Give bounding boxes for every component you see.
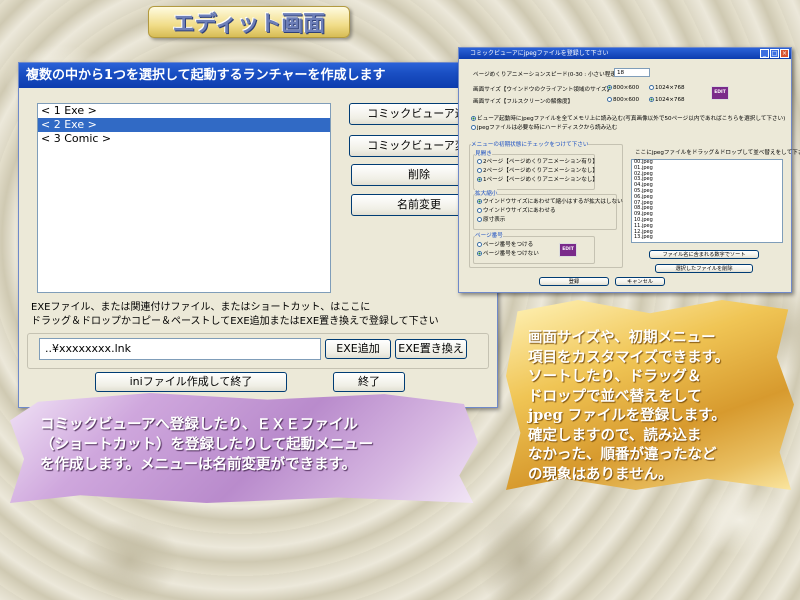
page-number-group-title: ページ番号 [475, 231, 503, 239]
caption-right-line: の現象はありません。 [528, 465, 673, 483]
list-item[interactable]: < 1 Exe > [38, 104, 330, 118]
close-icon[interactable]: × [780, 49, 789, 58]
jpeg-file-list[interactable]: 00.jpeg 01.jpeg 02.jpeg 03.jpeg 04.jpeg … [631, 159, 783, 243]
caption-left-line-2: （ショートカット）を登録したりして起動メニュー [40, 436, 374, 453]
menu-listbox[interactable]: < 1 Exe > < 2 Exe > < 3 Comic > [37, 103, 331, 293]
anim-speed-input[interactable]: 18 [614, 68, 650, 77]
exe-replace-button[interactable]: EXE置き換え [395, 339, 467, 359]
caption-right-line: ソートしたり、ドラッグ＆ [528, 368, 702, 385]
radio-icon [477, 159, 482, 164]
zoom-option-2[interactable]: ウインドウサイズにあわせる [477, 206, 556, 214]
register-ok-button[interactable]: 登録 [539, 277, 609, 286]
caption-left-line-3: を作成します。メニューは名前変更ができます。 [40, 456, 357, 473]
caption-right-line: 項目をカスタマイズできます。 [528, 348, 730, 366]
exe-path-field[interactable]: ..¥xxxxxxxx.lnk [39, 338, 321, 360]
comic-viewer-dialog: コミックビューアにjpegファイルを登録して下さい _ □ × ページめくりアニ… [458, 47, 800, 293]
radio-icon [471, 116, 476, 121]
caption-right-text: 画面サイズや、初期メニュー 項目をカスタマイズできます。 ソートしたり、ドラッグ… [528, 328, 778, 484]
open-option-1[interactable]: 2ページ【ページめくりアニメーション有り】 [477, 157, 598, 165]
title-banner: エディット画面 [148, 6, 350, 38]
fullscreen-size-800-option[interactable]: 800×600 [607, 97, 639, 103]
radio-icon [607, 97, 612, 102]
banner-title: エディット画面 [172, 11, 326, 37]
radio-icon [477, 217, 482, 222]
exe-add-button[interactable]: EXE追加 [325, 339, 391, 359]
drop-label: ここにjpegファイルをドラッグ＆ドロップして並べ替えをして下さい [635, 150, 800, 156]
caption-right-line: 確定しますので、読み込ま [528, 426, 702, 444]
page-number-off-option[interactable]: ページ番号をつけない [477, 249, 539, 257]
radio-icon [607, 85, 612, 90]
menu-initial-group-title: メニューの初期状態にチェックをつけて下さい [471, 140, 589, 148]
caption-right: 画面サイズや、初期メニュー 項目をカスタマイズできます。 ソートしたり、ドラッグ… [506, 300, 794, 490]
caption-right-line: ドロップで並べ替えをして [528, 387, 702, 405]
viewer-title: コミックビューアにjpegファイルを登録して下さい [470, 50, 609, 57]
zoom-option-1[interactable]: ウインドウサイズにあわせて縮小はするが拡大はしない [477, 197, 623, 205]
open-group-title: 見開き [475, 149, 492, 157]
list-item-selected[interactable]: < 2 Exe > [38, 118, 330, 132]
cancel-button[interactable]: キャンセル [615, 277, 665, 286]
radio-icon [477, 177, 482, 182]
edit-badge-icon: EDIT [559, 243, 577, 257]
list-item[interactable]: < 3 Comic > [38, 132, 330, 146]
radio-icon [477, 199, 482, 204]
load-all-option[interactable]: ビューア起動時にjpegファイルを全てメモリ上に読み込む(写真画像以外で50ペー… [471, 114, 785, 122]
instruction-line-1: EXEファイル、または関連付けファイル、またはショートカット、はここに [31, 302, 371, 313]
zoom-group-title: 拡大縮小 [475, 189, 498, 197]
finish-button[interactable]: 終了 [333, 372, 405, 392]
viewer-title-bar[interactable]: コミックビューアにjpegファイルを登録して下さい _ □ × [459, 48, 791, 59]
page: { "banner": {"title": "エディット画面"}, "launc… [0, 0, 800, 600]
list-item[interactable]: 13.jpeg [632, 235, 782, 241]
sort-by-number-button[interactable]: ファイル名に含まれる数字でソート [649, 250, 759, 259]
window-size-1024-option[interactable]: 1024×768 [649, 85, 685, 91]
caption-right-line: 画面サイズや、初期メニュー [528, 329, 716, 346]
launcher-dialog: 複数の中から1つを選択して起動するランチャーを作成します < 1 Exe > <… [18, 62, 498, 408]
anim-speed-label: ページめくりアニメーションスピード(0-30 : 小さい程速い) [473, 72, 624, 78]
load-on-demand-option[interactable]: jpegファイルは必要な時にハードディスクから読み込む [471, 123, 617, 131]
caption-left-line-1: コミックビューアへ登録したり、ＥＸＥファイル [40, 416, 358, 433]
radio-icon [477, 251, 482, 256]
edit-badge-icon: EDIT [711, 86, 729, 100]
fullscreen-size-label: 画面サイズ【フルスクリーンの解像度】 [473, 99, 574, 105]
open-option-2[interactable]: 2ページ【ページめくりアニメーションなし】 [477, 166, 598, 174]
radio-icon [649, 97, 654, 102]
fullscreen-size-1024-option[interactable]: 1024×768 [649, 97, 685, 103]
ini-create-finish-button[interactable]: iniファイル作成して終了 [95, 372, 287, 392]
launcher-title-bar[interactable]: 複数の中から1つを選択して起動するランチャーを作成します [19, 63, 497, 88]
window-size-label: 画面サイズ【ウインドウのクライアント領域のサイズ】 [473, 87, 613, 93]
open-option-3[interactable]: 1ページ【ページめくりアニメーションなし】 [477, 175, 598, 183]
radio-icon [477, 242, 482, 247]
caption-left: コミックビューアへ登録したり、ＥＸＥファイル （ショートカット）を登録したりして… [10, 393, 478, 503]
radio-icon [477, 208, 482, 213]
delete-selected-file-button[interactable]: 選択したファイルを削除 [655, 264, 753, 273]
zoom-option-3[interactable]: 原寸表示 [477, 215, 505, 223]
minimize-icon[interactable]: _ [760, 49, 769, 58]
caption-right-line: なかった、順番が違ったなど [528, 446, 717, 463]
caption-left-text: コミックビューアへ登録したり、ＥＸＥファイル （ショートカット）を登録したりして… [40, 415, 470, 475]
page-number-on-option[interactable]: ページ番号をつける [477, 240, 533, 248]
window-size-800-option[interactable]: 800×600 [607, 85, 639, 91]
caption-right-line: jpeg ファイルを登録します。 [528, 407, 726, 424]
instruction-line-2: ドラッグ＆ドロップかコピー＆ペーストしてEXE追加またはEXE置き換えで登録して… [31, 316, 439, 327]
radio-icon [477, 168, 482, 173]
maximize-icon[interactable]: □ [770, 49, 779, 58]
radio-icon [649, 85, 654, 90]
radio-icon [471, 125, 476, 130]
